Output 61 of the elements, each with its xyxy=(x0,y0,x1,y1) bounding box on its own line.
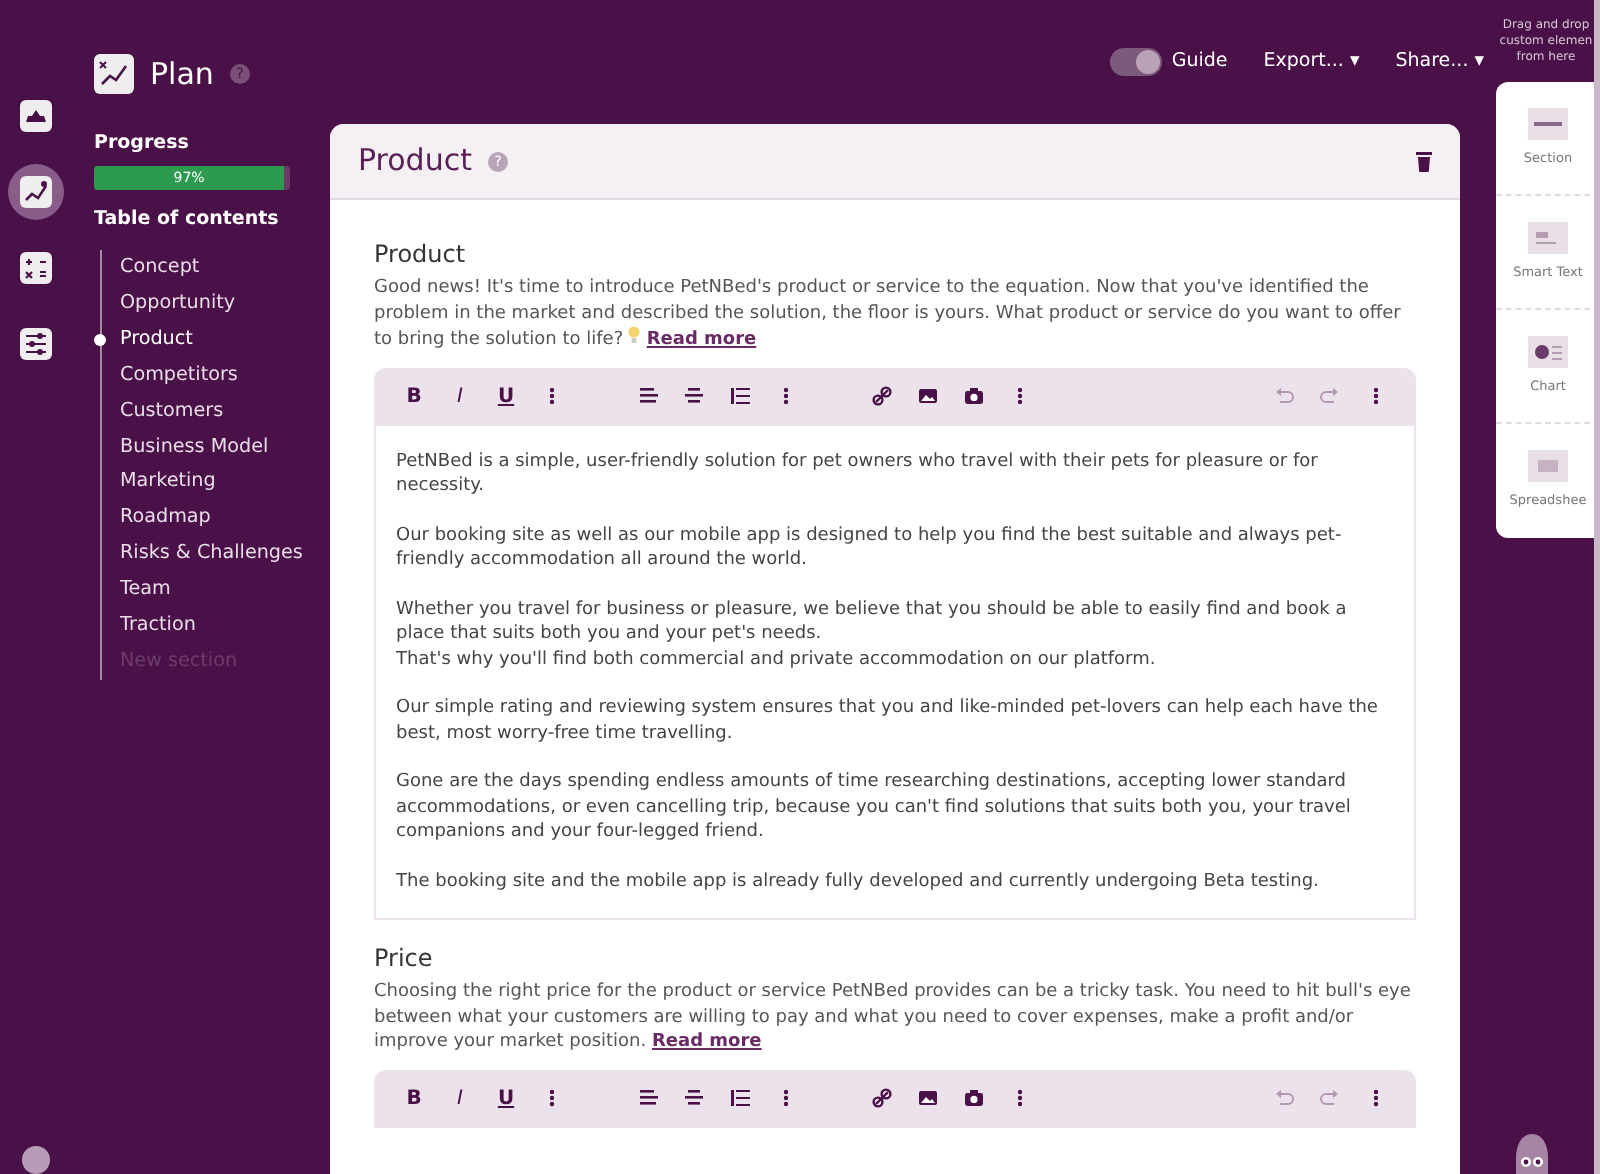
card-title: Product xyxy=(358,140,472,183)
read-more-link[interactable]: Read more xyxy=(651,1032,762,1052)
toc-item[interactable]: Product xyxy=(120,321,322,358)
editor-paragraph: Our simple rating and reviewing system ensures that you and like-minded pet-lovers can help each have the best, most worry-free time travelling. xyxy=(396,696,1380,746)
camera-icon[interactable] xyxy=(964,386,984,406)
editor-paragraph: Whether you travel for business or pleasure, we believe that you should be able to easily find and book a place that suits both you and your pet's needs. That's why you'll find both commercial and private accommodation on our platform. xyxy=(396,597,1349,672)
section-heading: Price xyxy=(374,942,435,976)
scrollbar[interactable] xyxy=(1594,0,1600,1174)
avatar-icon[interactable] xyxy=(22,1146,50,1174)
image-icon[interactable] xyxy=(918,1088,938,1108)
section-icon[interactable] xyxy=(1528,107,1568,140)
toc-item[interactable]: Traction xyxy=(120,608,322,644)
toc-item[interactable]: Customers xyxy=(120,393,322,430)
section-intro: Choosing the right price for the product or service PetNBed provides can be a tricky task. You need to hit bull's eye between what your customers are willing to pay and what you need to cover expenses, make a profit and/or improve your market position. Read more xyxy=(374,980,1413,1055)
strategy-icon xyxy=(94,54,134,95)
dropdown-menu-button[interactable]: Export... ▾ xyxy=(1263,47,1360,77)
toc-item[interactable]: Business Model xyxy=(120,429,322,465)
calculator-icon[interactable] xyxy=(18,250,54,286)
link-icon[interactable] xyxy=(872,1088,892,1108)
plan-title: Plan xyxy=(150,54,214,96)
format-button[interactable]: U xyxy=(486,1078,526,1118)
align-center-icon[interactable] xyxy=(684,1088,704,1108)
read-more-link[interactable]: Read more xyxy=(646,330,757,350)
editor-paragraph: Gone are the days spending endless amounts of time researching destinations, accepting lower standard accommodations, or even cancelling trip, because you can't find solutions that suits both you, your travel companions and your four-legged friend. xyxy=(396,770,1353,845)
numbered-list-icon[interactable] xyxy=(730,386,750,406)
format-button[interactable]: B xyxy=(394,376,434,416)
settings-icon[interactable] xyxy=(18,326,54,362)
align-left-icon[interactable] xyxy=(638,1088,658,1108)
section-intro: Good news! It's time to introduce PetNBed's product or service to the equation. Now that you've identified the problem in the market and described the solution, the floor is yours. What product or service do you want to offer to bring the solution to life? Read more xyxy=(374,276,1403,353)
align-left-icon[interactable] xyxy=(638,386,658,406)
toc-item[interactable]: Roadmap xyxy=(120,500,322,537)
camera-icon[interactable] xyxy=(964,1088,984,1108)
toc-item[interactable]: Team xyxy=(120,572,322,609)
toc-title: Table of contents xyxy=(94,205,281,234)
text-editor[interactable] xyxy=(374,425,1416,920)
guide-label: Guide xyxy=(1171,47,1228,76)
editor-paragraph: PetNBed is a simple, user-friendly solution for pet owners who travel with their pets for pleasure or for necessity. xyxy=(396,449,1320,499)
guide-toggle[interactable] xyxy=(1109,48,1162,76)
link-icon[interactable] xyxy=(872,386,892,406)
pie-chart-icon[interactable] xyxy=(1528,335,1568,368)
mascot-icon[interactable] xyxy=(1516,1134,1548,1174)
dropdown-menu-button[interactable]: Share... ▾ xyxy=(1395,47,1484,77)
trash-icon[interactable] xyxy=(1416,151,1432,171)
progress-label: Progress xyxy=(94,129,191,157)
format-button[interactable]: I xyxy=(440,1078,480,1118)
align-center-icon[interactable] xyxy=(684,386,704,406)
toc-item[interactable]: Competitors xyxy=(120,357,322,394)
format-button[interactable]: U xyxy=(486,376,526,416)
format-button[interactable]: I xyxy=(440,376,480,416)
toc-item[interactable]: Concept xyxy=(120,250,322,286)
image-icon[interactable] xyxy=(918,386,938,406)
strategy-icon[interactable] xyxy=(18,174,54,210)
section-heading: Product xyxy=(374,238,468,272)
toc-item[interactable]: Risks & Challenges xyxy=(120,536,322,573)
current-dot xyxy=(94,333,106,346)
toc-item[interactable]: Opportunity xyxy=(120,285,322,322)
toc-item[interactable]: Marketing xyxy=(120,464,322,501)
format-button[interactable]: B xyxy=(394,1078,434,1118)
editor-paragraph: Our booking site as well as our mobile app is designed to help you find the best suitable and always pet-friendly accommodation all around the world. xyxy=(396,523,1344,573)
numbered-list-icon[interactable] xyxy=(730,1088,750,1108)
editor-paragraph: The booking site and the mobile app is already fully developed and currently undergoing Beta testing. xyxy=(396,869,1321,894)
